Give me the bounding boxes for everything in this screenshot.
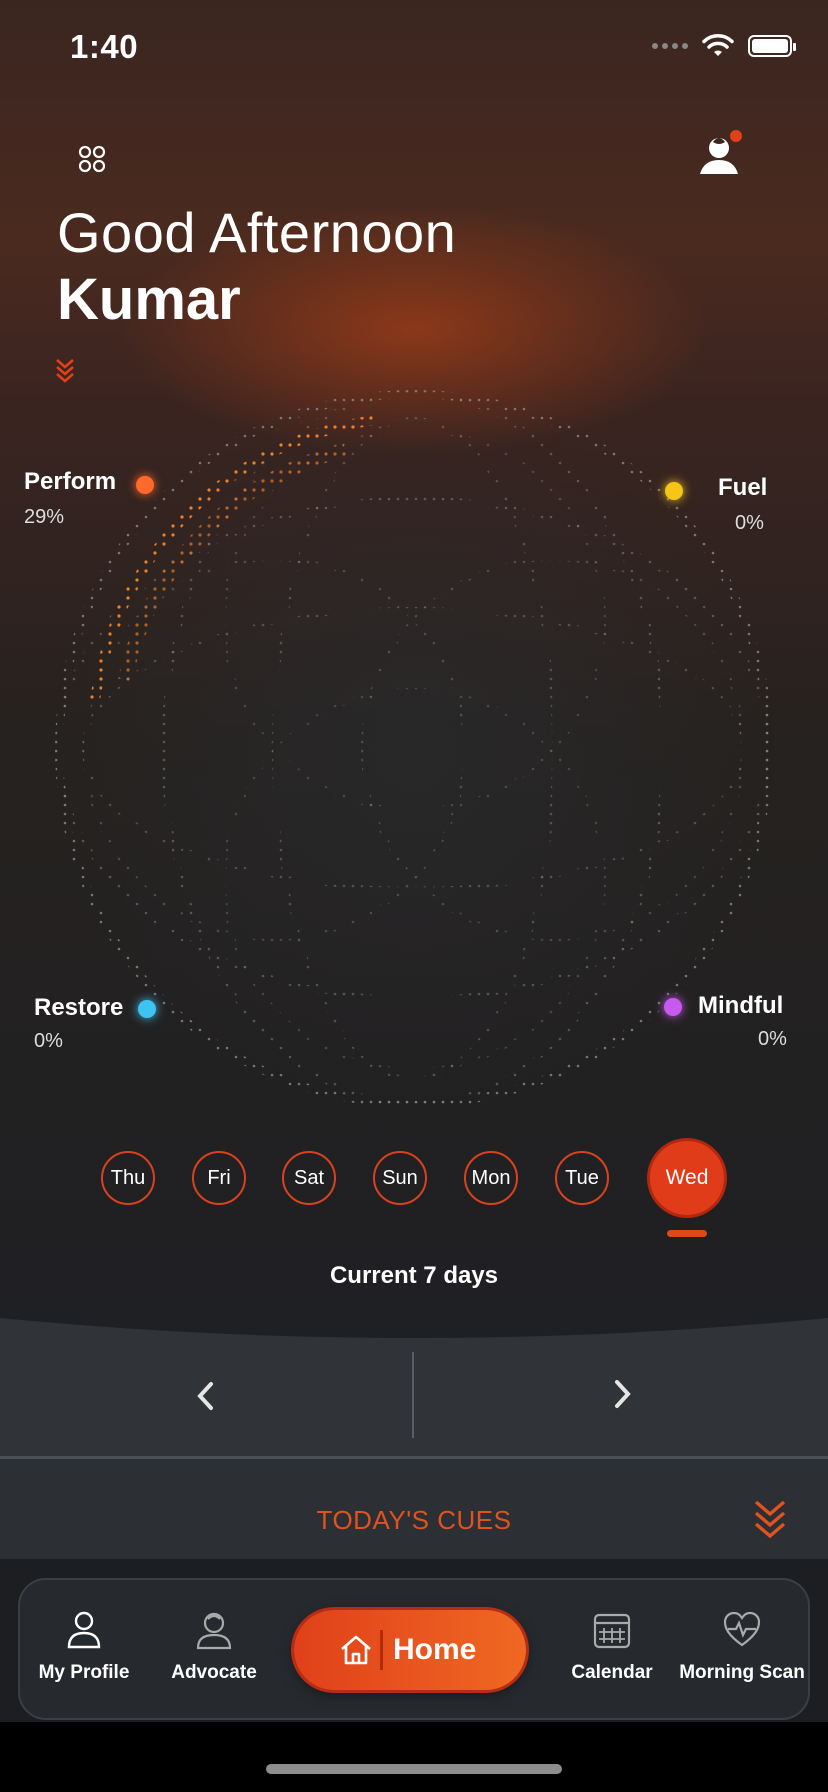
tab-home-label: Home — [393, 1633, 477, 1666]
metric-fuel-value: 0% — [735, 512, 764, 534]
metric-restore-value: 0% — [34, 1030, 63, 1052]
day-tue[interactable]: Tue — [555, 1151, 609, 1205]
signal-icon — [652, 43, 688, 49]
tab-advocate-label: Advocate — [171, 1662, 257, 1683]
advocate-icon — [196, 1612, 232, 1650]
metric-perform-value: 29% — [24, 506, 65, 528]
day-wed-selected[interactable]: Wed — [647, 1138, 727, 1218]
battery-icon — [748, 35, 796, 57]
chevron-left-icon — [197, 1382, 213, 1410]
home-indicator[interactable] — [266, 1764, 562, 1774]
tab-morning-scan-label: Morning Scan — [679, 1662, 805, 1683]
tab-calendar-label: Calendar — [571, 1662, 653, 1683]
heart-pulse-icon — [723, 1611, 761, 1647]
profile-icon — [67, 1611, 101, 1649]
selected-day-indicator — [667, 1230, 707, 1237]
metric-fuel-label: Fuel — [718, 474, 768, 501]
pager-divider — [412, 1352, 414, 1438]
metric-mindful-value: 0% — [758, 1028, 787, 1050]
cues-expand-icon[interactable] — [750, 1498, 790, 1542]
wifi-icon — [702, 34, 734, 56]
home-indicator-area — [0, 1722, 828, 1792]
day-sun[interactable]: Sun — [373, 1151, 427, 1205]
tab-my-profile[interactable]: My Profile — [9, 1610, 159, 1684]
metric-mindful-label: Mindful — [698, 992, 784, 1019]
advocate-notification-icon[interactable] — [692, 126, 748, 182]
tab-my-profile-label: My Profile — [38, 1662, 130, 1683]
perform-dot — [136, 476, 154, 494]
pager-curve — [0, 1300, 828, 1338]
status-icons — [652, 34, 796, 58]
menu-grid-icon[interactable] — [70, 138, 114, 182]
day-mon[interactable]: Mon — [464, 1151, 518, 1205]
next-week-button[interactable] — [592, 1364, 652, 1424]
tab-morning-scan[interactable]: Morning Scan — [667, 1610, 817, 1684]
day-selector: Thu Fri Sat Sun Mon Tue Wed — [0, 1138, 828, 1218]
metric-perform-label: Perform — [24, 468, 117, 495]
home-separator — [380, 1630, 383, 1670]
day-sat[interactable]: Sat — [282, 1151, 336, 1205]
cues-title: TODAY'S CUES — [316, 1505, 512, 1535]
fuel-dot — [665, 482, 683, 500]
day-fri[interactable]: Fri — [192, 1151, 246, 1205]
restore-dot — [138, 1000, 156, 1018]
chevron-right-icon — [615, 1380, 631, 1408]
metric-restore-label: Restore — [34, 994, 124, 1021]
mindful-dot — [664, 998, 682, 1016]
calendar-icon — [593, 1613, 631, 1649]
period-label: Current 7 days — [329, 1262, 499, 1289]
tab-home[interactable]: Home — [294, 1610, 526, 1690]
user-name: Kumar — [57, 267, 241, 332]
home-icon — [341, 1635, 371, 1665]
greeting-text: Good Afternoon — [57, 201, 457, 264]
tab-calendar[interactable]: Calendar — [537, 1610, 687, 1684]
day-thu[interactable]: Thu — [101, 1151, 155, 1205]
previous-week-button[interactable] — [176, 1366, 236, 1426]
tab-advocate[interactable]: Advocate — [139, 1610, 289, 1684]
status-time: 1:40 — [70, 28, 139, 65]
